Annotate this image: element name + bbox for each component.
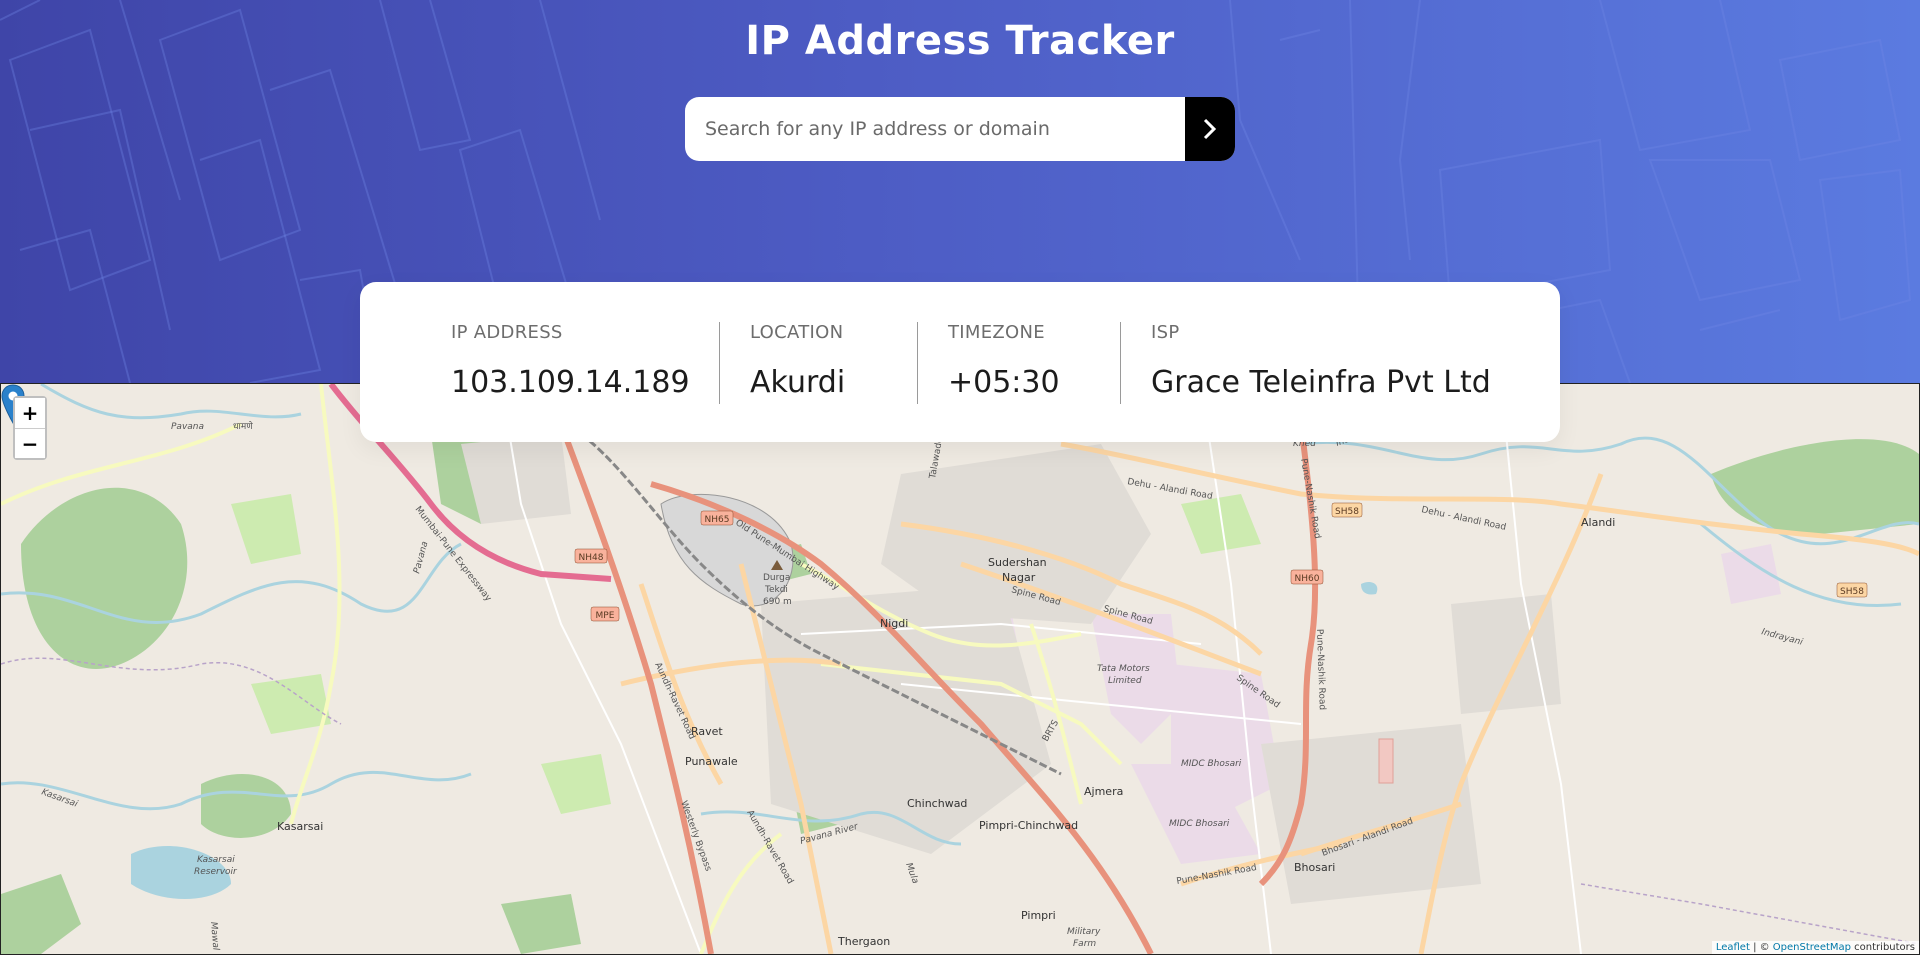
map-label: Pune-Nashik Road — [1176, 863, 1258, 887]
nh60-shield: NH60 — [1295, 574, 1320, 584]
ip-address-value: 103.109.14.189 — [451, 365, 690, 400]
sh58-shield: SH58 — [1335, 507, 1359, 517]
ip-address-label: IP Address — [451, 322, 563, 343]
map-label: Ravet — [691, 725, 723, 738]
map-label: Alandi — [1581, 516, 1615, 529]
isp-field: ISP Grace Teleinfra Pvt Ltd — [1151, 322, 1491, 400]
zoom-in-button[interactable]: + — [15, 398, 45, 428]
map-attribution: Leaflet | © OpenStreetMap contributors — [1711, 941, 1919, 954]
map-label: Pavana — [171, 422, 204, 432]
map-label: Pimpri-Chinchwad — [979, 819, 1078, 832]
isp-value: Grace Teleinfra Pvt Ltd — [1151, 365, 1491, 400]
nh65-shield: NH65 — [705, 515, 730, 525]
openstreetmap-link[interactable]: OpenStreetMap — [1773, 942, 1851, 953]
sh58-shield: SH58 — [1840, 587, 1864, 597]
map-label: Punawale — [685, 755, 738, 768]
map-label: Kasarsai — [197, 855, 235, 865]
map-label: Kasarsai — [277, 820, 323, 833]
map-label: Pune-Nashik Road — [1314, 629, 1327, 711]
map-label: Ajmera — [1084, 785, 1123, 798]
attribution-separator: | © — [1749, 942, 1773, 953]
map-label: Sudershan — [988, 556, 1047, 569]
zoom-control: + − — [13, 396, 47, 460]
map-label: Pune-Nashik Road — [1298, 458, 1322, 540]
map-label: Farm — [1073, 939, 1096, 949]
location-value: Akurdi — [750, 365, 846, 400]
map-label: Durga — [763, 573, 790, 583]
ip-info-card: IP Address 103.109.14.189 Location Akurd… — [360, 282, 1560, 442]
map-label: धामणे — [233, 420, 253, 432]
page-title: IP Address Tracker — [745, 18, 1175, 64]
map-label: 690 m — [763, 597, 792, 607]
search-form — [685, 97, 1235, 161]
map-label: Tata Motors — [1097, 664, 1150, 674]
chevron-right-icon — [1203, 118, 1217, 140]
map-label: MIDC Bhosari — [1181, 759, 1242, 769]
map-label: Chinchwad — [907, 797, 967, 810]
ip-address-field: IP Address 103.109.14.189 — [451, 322, 690, 400]
search-input[interactable] — [685, 97, 1185, 161]
map-label: MIDC Bhosari — [1169, 819, 1230, 829]
divider — [1120, 322, 1121, 404]
map-tiles: NH65 NH48 MPE SH58 NH60 SH58 धामणे Pavan… — [1, 384, 1919, 954]
timezone-field: Timezone +05:30 — [948, 322, 1060, 400]
map-label: Bhosari — [1294, 861, 1335, 874]
timezone-label: Timezone — [948, 322, 1045, 343]
leaflet-link[interactable]: Leaflet — [1716, 942, 1750, 953]
map-label: Pavana — [412, 540, 430, 574]
map-label: Tekdi — [764, 585, 788, 595]
map-view[interactable]: NH65 NH48 MPE SH58 NH60 SH58 धामणे Pavan… — [0, 383, 1920, 955]
attribution-suffix: contributors — [1851, 942, 1915, 953]
map-label: Military — [1067, 927, 1101, 937]
map-label: Mula — [903, 862, 920, 886]
search-submit-button[interactable] — [1185, 97, 1235, 161]
map-label: BRTS — [1041, 718, 1061, 743]
map-label: Kasarsai — [40, 787, 79, 809]
map-label: Mawal — [208, 921, 221, 951]
location-label: Location — [750, 322, 844, 343]
map-label: Thergaon — [837, 935, 890, 948]
map-label: Limited — [1108, 676, 1142, 686]
nh48-shield: NH48 — [579, 553, 604, 563]
timezone-value: +05:30 — [948, 365, 1060, 400]
zoom-out-button[interactable]: − — [15, 428, 45, 458]
map-label: Indrayani — [1760, 627, 1804, 648]
location-field: Location Akurdi — [750, 322, 845, 400]
map-label: Nagar — [1002, 571, 1036, 584]
map-label: Nigdi — [880, 617, 908, 630]
map-label: Dehu - Alandi Road — [1126, 477, 1213, 502]
map-label: Reservoir — [194, 867, 238, 877]
isp-label: ISP — [1151, 322, 1180, 343]
divider — [719, 322, 720, 404]
map-label: Dehu - Alandi Road — [1420, 505, 1507, 533]
map-label: Pimpri — [1021, 909, 1056, 922]
divider — [917, 322, 918, 404]
mpe-shield: MPE — [596, 611, 615, 621]
map-label: Aundh-Ravet Road — [744, 809, 794, 886]
